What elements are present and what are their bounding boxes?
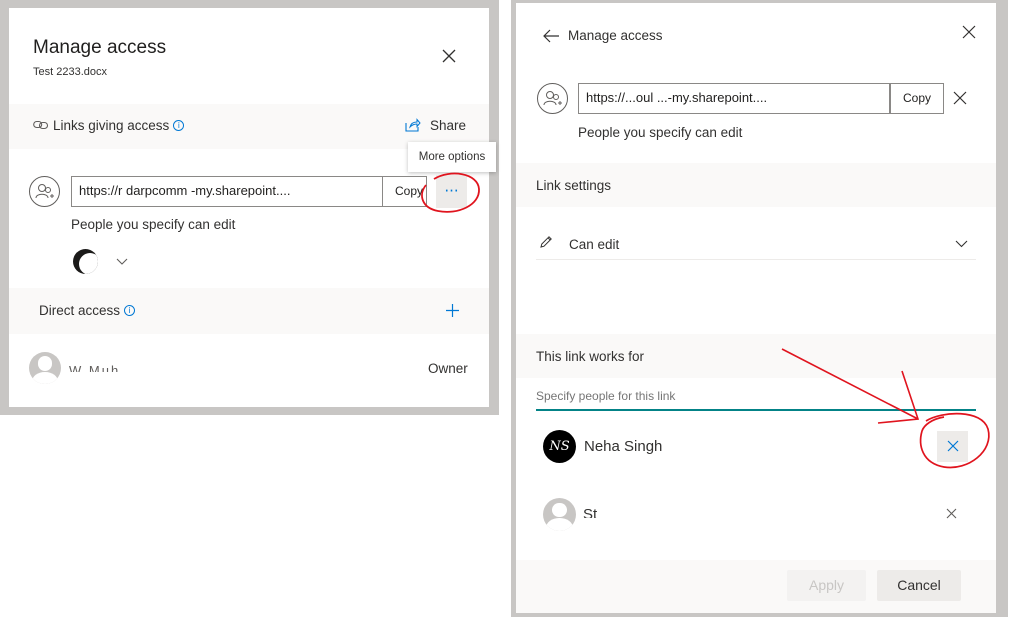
permission-value: Can edit (569, 237, 620, 252)
permission-dropdown[interactable]: Can edit (536, 229, 976, 260)
add-icon[interactable] (445, 303, 460, 318)
apply-button[interactable]: Apply (787, 570, 866, 601)
remove-link-icon[interactable] (953, 91, 967, 105)
chevron-down-icon (955, 240, 968, 248)
link-url-field[interactable]: https://r darpcomm -my.sharepoint.... (71, 176, 383, 207)
links-section-label: Links giving access i (53, 118, 185, 133)
file-name: Test 2233.docx (33, 66, 107, 78)
close-icon[interactable] (962, 25, 976, 39)
remove-person-icon[interactable] (946, 508, 957, 519)
more-options-tooltip: More options (408, 142, 496, 172)
direct-access-label: Direct access i (39, 303, 136, 318)
direct-access-text: Direct access (39, 303, 121, 318)
owner-name: W Muh (69, 363, 121, 372)
dialog-title: Manage access (33, 37, 167, 58)
cancel-button[interactable]: Cancel (877, 570, 961, 601)
link-description: People you specify can edit (71, 217, 236, 232)
share-button[interactable]: Share (430, 118, 466, 133)
pencil-icon (539, 235, 553, 249)
owner-avatar (29, 352, 61, 384)
back-title[interactable]: Manage access (568, 28, 663, 43)
person-avatar (543, 498, 576, 531)
links-label-text: Links giving access (53, 118, 170, 133)
person-name: Neha Singh (584, 438, 663, 455)
person-avatar: NS (543, 430, 576, 463)
people-link-icon (537, 83, 568, 114)
copy-button[interactable]: Copy (890, 83, 944, 114)
owner-role: Owner (428, 361, 468, 376)
link-url-field[interactable]: https://...oul ...-my.sharepoint.... (578, 83, 890, 114)
annotation-circle (420, 171, 482, 215)
link-settings-section: Link settings (516, 163, 996, 207)
link-settings-label: Link settings (536, 178, 612, 193)
person-name: St (583, 506, 598, 518)
share-icon[interactable] (405, 118, 421, 132)
info-icon[interactable]: i (173, 120, 185, 131)
annotation-circle (916, 411, 992, 471)
close-icon[interactable] (441, 48, 457, 64)
link-settings-dialog: Manage access https://...oul ...-my.shar… (516, 3, 996, 613)
link-description: People you specify can edit (578, 125, 743, 140)
direct-access-section: Direct access i (9, 288, 489, 334)
manage-access-dialog: Manage access Test 2233.docx Links givin… (9, 8, 496, 407)
works-for-label: This link works for (536, 349, 645, 364)
back-arrow-icon[interactable] (542, 29, 560, 43)
chevron-down-icon[interactable] (116, 258, 128, 266)
info-icon[interactable]: i (124, 305, 136, 316)
people-link-icon (29, 176, 60, 207)
shared-user-avatar (73, 249, 98, 274)
link-icon (33, 120, 49, 130)
footer: Apply Cancel (516, 560, 996, 613)
